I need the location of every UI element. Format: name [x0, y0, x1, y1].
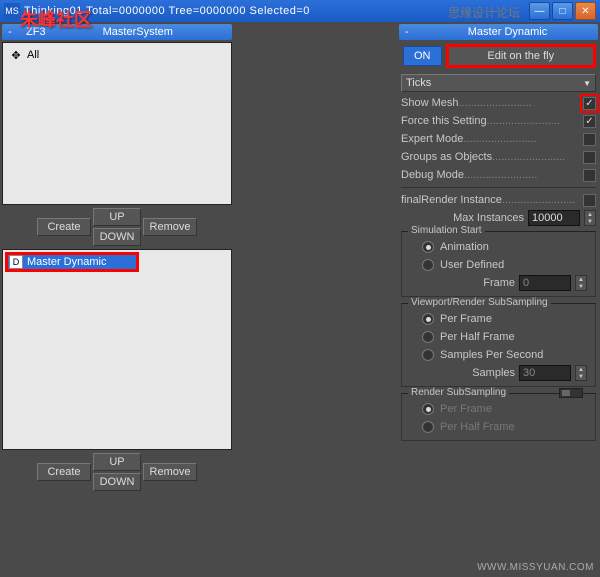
list-item[interactable]: ✥ All: [7, 47, 227, 63]
force-setting-checkbox[interactable]: [583, 115, 596, 128]
user-defined-radio[interactable]: [422, 259, 434, 271]
window-titlebar: MS Thinking01 Total=0000000 Tree=0000000…: [0, 0, 600, 22]
window-title: Thinking01 Total=0000000 Tree=0000000 Se…: [24, 5, 529, 17]
radio-label: Per Half Frame: [440, 421, 515, 433]
remove-button[interactable]: Remove: [143, 463, 197, 481]
option-label: Force this Setting: [401, 115, 583, 127]
option-label: Frame: [483, 277, 515, 289]
radio-label: Animation: [440, 241, 489, 253]
show-mesh-row: Show Mesh: [399, 94, 598, 112]
list-item-label: Master Dynamic: [27, 256, 106, 268]
radio-label: Per Frame: [440, 313, 492, 325]
dynamic-list[interactable]: D Master Dynamic: [2, 249, 232, 450]
per-frame-radio[interactable]: [422, 313, 434, 325]
simulation-start-frame: Simulation Start Animation User Defined …: [401, 231, 596, 297]
list-item-master-dynamic[interactable]: D Master Dynamic: [7, 254, 137, 270]
groups-objects-row: Groups as Objects: [399, 148, 598, 166]
per-half-frame-radio[interactable]: [422, 331, 434, 343]
frame-field[interactable]: 0: [519, 275, 571, 291]
frame-title: Simulation Start: [408, 225, 485, 236]
expert-mode-row: Expert Mode: [399, 130, 598, 148]
radio-label: Per Half Frame: [440, 331, 515, 343]
app-icon: MS: [4, 3, 20, 19]
r-per-frame-row[interactable]: Per Frame: [408, 400, 589, 418]
user-defined-row[interactable]: User Defined: [408, 256, 589, 274]
per-frame-row[interactable]: Per Frame: [408, 310, 589, 328]
debug-mode-checkbox[interactable]: [583, 169, 596, 182]
r-per-half-row[interactable]: Per Half Frame: [408, 418, 589, 436]
down-button[interactable]: DOWN: [93, 473, 141, 491]
radio-label: Samples Per Second: [440, 349, 543, 361]
master-system-header[interactable]: - ZF3 MasterSystem: [2, 24, 232, 40]
option-label: Expert Mode: [401, 133, 583, 145]
animation-radio[interactable]: [422, 241, 434, 253]
samples-field[interactable]: 30: [519, 365, 571, 381]
r-per-frame-radio[interactable]: [422, 403, 434, 415]
option-label: finalRender Instance: [401, 194, 583, 206]
frame-row: Frame 0 ▲▼: [408, 274, 589, 292]
max-instances-spinner[interactable]: ▲▼: [584, 210, 596, 226]
up-button[interactable]: UP: [93, 208, 141, 226]
frame-title: Viewport/Render SubSampling: [408, 297, 551, 308]
frame-spinner[interactable]: ▲▼: [575, 275, 587, 291]
dropdown-value: Ticks: [406, 77, 431, 89]
ticks-dropdown[interactable]: Ticks ▼: [401, 74, 596, 92]
section-title: Master Dynamic: [423, 26, 592, 38]
samples-per-second-row[interactable]: Samples Per Second: [408, 346, 589, 364]
samples-spinner[interactable]: ▲▼: [575, 365, 587, 381]
option-label: Max Instances: [453, 212, 524, 224]
down-button[interactable]: DOWN: [93, 228, 141, 246]
remove-button[interactable]: Remove: [143, 218, 197, 236]
create-button[interactable]: Create: [37, 218, 91, 236]
force-setting-row: Force this Setting: [399, 112, 598, 130]
show-mesh-checkbox[interactable]: [583, 97, 596, 110]
minimize-button[interactable]: —: [529, 2, 550, 20]
radio-label: Per Frame: [440, 403, 492, 415]
render-sub-slider[interactable]: [559, 388, 583, 398]
expert-mode-checkbox[interactable]: [583, 133, 596, 146]
chevron-down-icon: ▼: [583, 79, 591, 88]
master-system-list[interactable]: ✥ All: [2, 42, 232, 205]
groups-objects-checkbox[interactable]: [583, 151, 596, 164]
render-subsampling-frame: Render SubSampling Per Frame Per Half Fr…: [401, 393, 596, 441]
option-label: Debug Mode: [401, 169, 583, 181]
debug-mode-row: Debug Mode: [399, 166, 598, 184]
on-button[interactable]: ON: [403, 46, 442, 66]
animation-row[interactable]: Animation: [408, 238, 589, 256]
samples-row: Samples 30 ▲▼: [408, 364, 589, 382]
option-label: Show Mesh: [401, 97, 583, 109]
separator: [401, 187, 596, 188]
per-half-frame-row[interactable]: Per Half Frame: [408, 328, 589, 346]
up-button[interactable]: UP: [93, 453, 141, 471]
option-label: Samples: [472, 367, 515, 379]
master-dynamic-header[interactable]: - Master Dynamic: [399, 24, 598, 40]
frame-title: Render SubSampling: [408, 387, 509, 398]
option-label: Groups as Objects: [401, 151, 583, 163]
collapse-icon: -: [8, 26, 20, 38]
samples-per-second-radio[interactable]: [422, 349, 434, 361]
viewport-render-subsampling-frame: Viewport/Render SubSampling Per Frame Pe…: [401, 303, 596, 387]
section-title: MasterSystem: [50, 26, 226, 38]
close-button[interactable]: ✕: [575, 2, 596, 20]
radio-label: User Defined: [440, 259, 504, 271]
r-per-half-radio[interactable]: [422, 421, 434, 433]
create-button[interactable]: Create: [37, 463, 91, 481]
final-render-row: finalRender Instance: [399, 191, 598, 209]
max-instances-field[interactable]: 10000: [528, 210, 580, 226]
final-render-checkbox[interactable]: [583, 194, 596, 207]
edit-on-fly-button[interactable]: Edit on the fly: [448, 46, 595, 66]
list-item-label: All: [27, 49, 39, 61]
dynamic-icon: D: [9, 255, 23, 269]
all-icon: ✥: [9, 48, 23, 62]
collapse-icon: -: [405, 26, 417, 38]
zf-prefix: ZF3: [26, 26, 46, 38]
maximize-button[interactable]: □: [552, 2, 573, 20]
